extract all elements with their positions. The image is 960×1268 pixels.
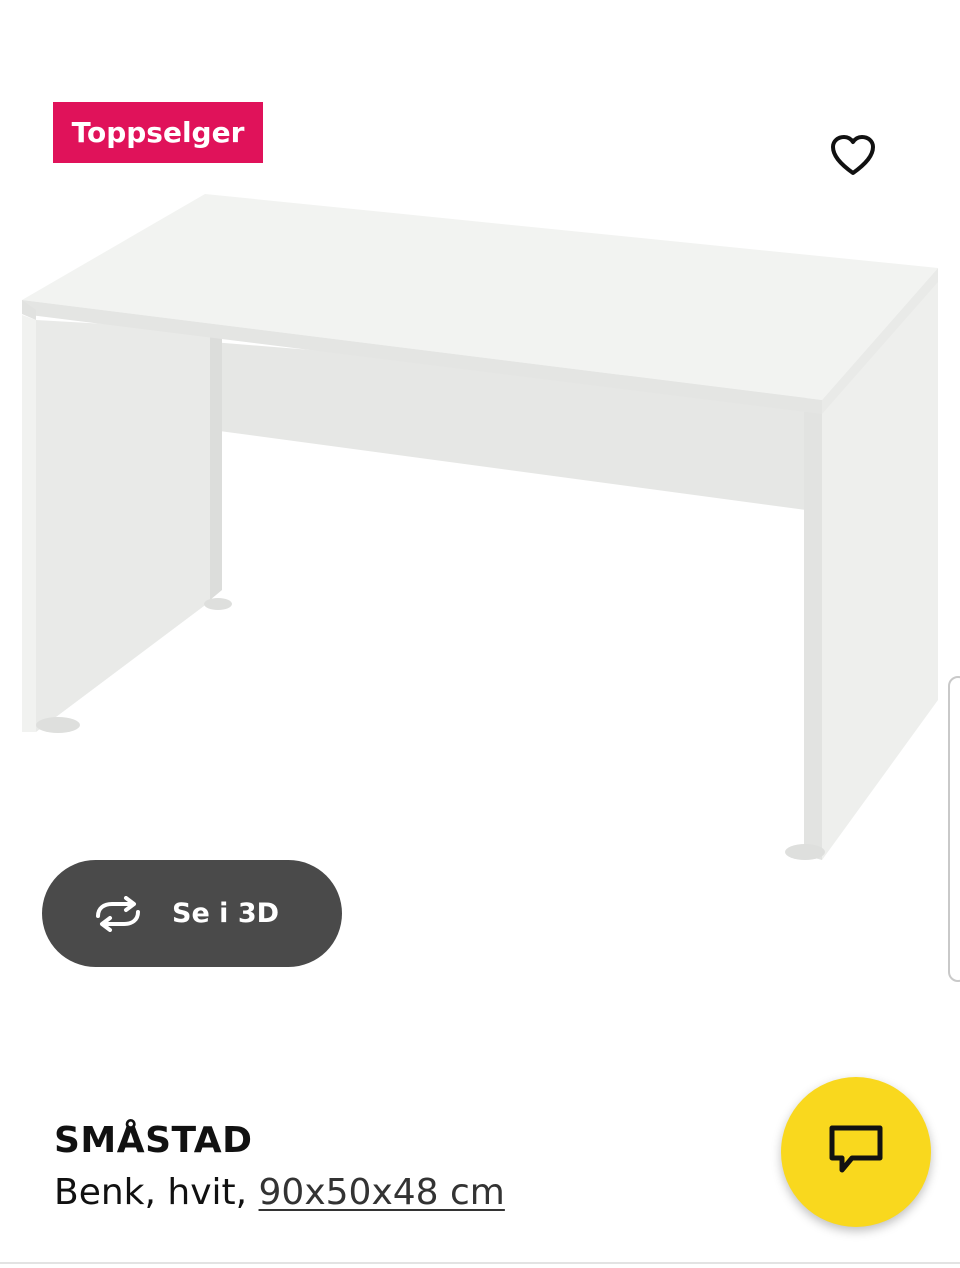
product-name: SMÅSTAD xyxy=(54,1120,253,1161)
divider xyxy=(0,1262,960,1264)
product-page: Toppselger Se i 3D SMÅSTAD Benk, hvit, 9… xyxy=(0,0,960,1268)
product-description-text: Benk, hvit, xyxy=(54,1172,259,1213)
product-image[interactable] xyxy=(0,180,960,880)
product-dimensions-link[interactable]: 90x50x48 cm xyxy=(259,1172,505,1213)
chat-button[interactable] xyxy=(781,1077,931,1227)
view-in-3d-label: Se i 3D xyxy=(172,898,280,929)
product-description: Benk, hvit, 90x50x48 cm xyxy=(54,1172,505,1213)
chat-bubble-icon xyxy=(828,1124,884,1180)
favorite-button[interactable] xyxy=(822,126,884,188)
rotate-arrows-icon xyxy=(90,894,146,934)
view-in-3d-button[interactable]: Se i 3D xyxy=(42,860,342,967)
image-scroll-handle[interactable] xyxy=(948,676,960,982)
top-seller-badge: Toppselger xyxy=(53,102,263,163)
heart-outline-icon xyxy=(829,133,877,181)
